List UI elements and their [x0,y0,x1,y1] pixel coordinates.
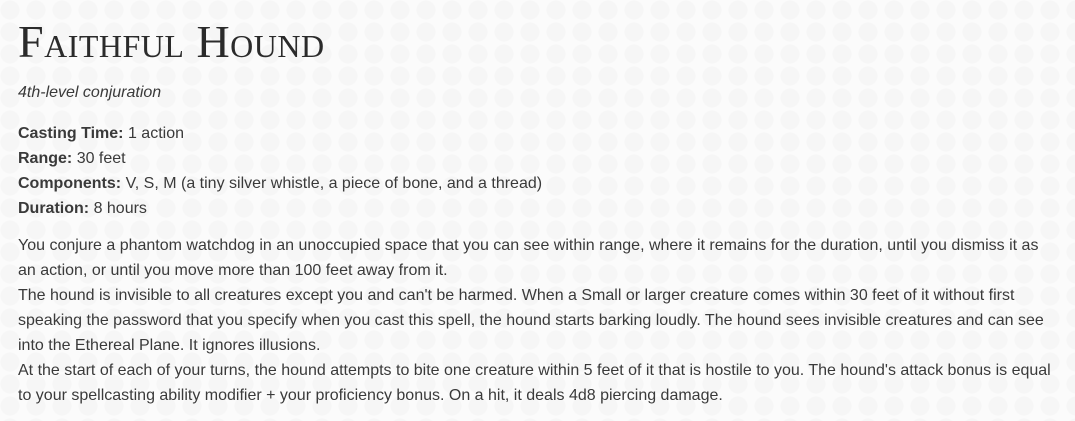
description-paragraph: At the start of each of your turns, the … [18,362,1051,404]
components-label: Components: [18,175,122,192]
spell-school-level: 4th-level conjuration [18,84,162,101]
description-paragraph: The hound is invisible to all creatures … [18,287,1044,354]
casting-time-row: Casting Time: 1 action [18,121,1057,146]
range-row: Range: 30 feet [18,146,1057,171]
components-row: Components: V, S, M (a tiny silver whist… [18,171,1057,196]
duration-row: Duration: 8 hours [18,196,1057,221]
casting-time-value: 1 action [127,125,184,142]
spell-description: You conjure a phantom watchdog in an uno… [18,233,1057,408]
casting-time-label: Casting Time: [18,125,124,142]
range-value: 30 feet [76,150,126,167]
spell-title: Faithful Hound [18,16,325,67]
duration-label: Duration: [18,200,90,217]
duration-value: 8 hours [93,200,147,217]
range-label: Range: [18,150,73,167]
spell-stats: Casting Time: 1 action Range: 30 feet Co… [18,121,1057,221]
description-paragraph: You conjure a phantom watchdog in an uno… [18,237,1039,279]
spell-page: Faithful Hound 4th-level conjuration Cas… [0,0,1075,421]
components-value: V, S, M (a tiny silver whistle, a piece … [125,175,543,192]
